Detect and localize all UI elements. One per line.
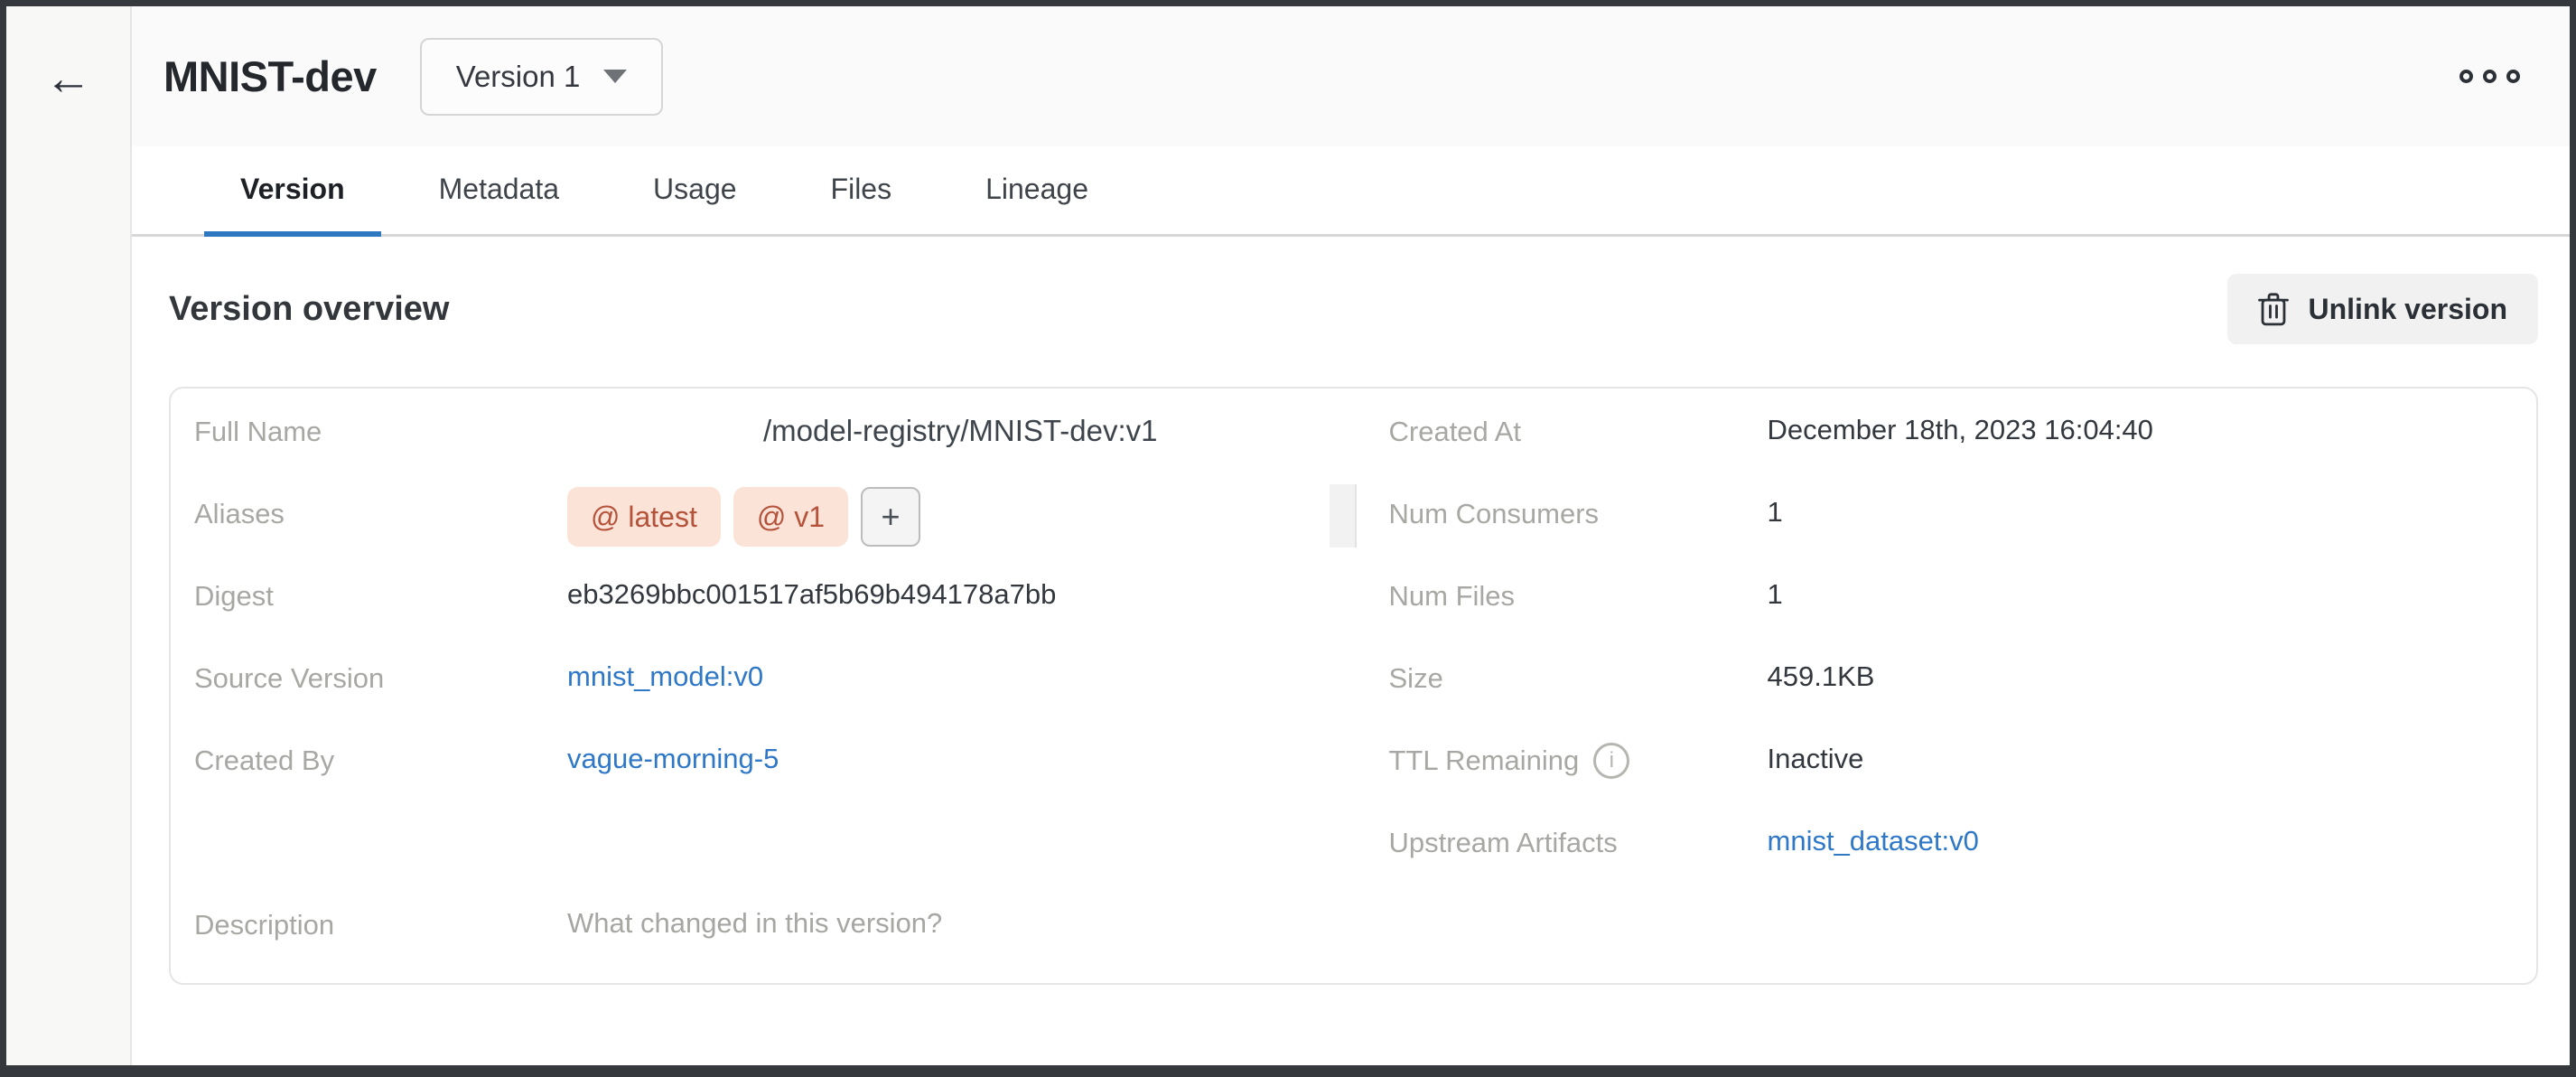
tab-files[interactable]: Files: [795, 146, 929, 237]
field-row-upstream-artifacts: Upstream Artifacts mnist_dataset:v0: [1354, 825, 2537, 907]
version-selector-label: Version 1: [456, 60, 581, 94]
page-title: MNIST-dev: [163, 52, 377, 101]
alias-chip-latest[interactable]: @ latest: [567, 487, 721, 547]
tab-lineage[interactable]: Lineage: [949, 146, 1125, 237]
dot-icon: [2483, 70, 2497, 83]
field-row-created-by: Created By vague-morning-5: [171, 743, 1354, 825]
field-label: Created By: [194, 743, 567, 777]
field-label: Full Name: [194, 414, 567, 448]
section-heading: Version overview: [169, 290, 450, 329]
app-window: ← MNIST-dev Version 1 Version Metadata U…: [0, 0, 2576, 1077]
empty-row: [171, 825, 1354, 907]
main-column: MNIST-dev Version 1 Version Metadata Usa…: [132, 6, 2570, 1065]
description-placeholder-field[interactable]: What changed in this version?: [567, 907, 1354, 940]
field-row-num-consumers: Num Consumers 1: [1354, 496, 2537, 578]
digest-value: eb3269bbc001517af5b69b494178a7bb: [567, 578, 1354, 611]
tab-metadata[interactable]: Metadata: [403, 146, 595, 237]
num-consumers-value: 1: [1768, 496, 2537, 529]
info-icon[interactable]: i: [1593, 743, 1629, 779]
field-label: Num Files: [1389, 578, 1768, 613]
unlink-version-button[interactable]: Unlink version: [2227, 274, 2539, 344]
tab-version[interactable]: Version: [204, 146, 381, 237]
field-row-ttl-remaining: TTL Remaining i Inactive: [1354, 743, 2537, 825]
dot-icon: [2459, 70, 2473, 83]
field-row-created-at: Created At December 18th, 2023 16:04:40: [1354, 414, 2537, 496]
dot-icon: [2506, 70, 2520, 83]
created-at-value: December 18th, 2023 16:04:40: [1768, 414, 2537, 446]
chevron-down-icon: [603, 70, 627, 83]
num-files-value: 1: [1768, 578, 2537, 611]
field-label: Upstream Artifacts: [1389, 825, 1768, 859]
field-label: Source Version: [194, 660, 567, 695]
scrollbar-thumb[interactable]: [1330, 484, 1357, 548]
add-alias-button[interactable]: +: [861, 487, 920, 547]
field-label: Aliases: [194, 496, 567, 530]
unlink-version-label: Unlink version: [2309, 293, 2508, 326]
content-area: Version overview Unlink version: [132, 237, 2570, 1065]
trash-icon: [2258, 292, 2289, 326]
left-sidebar: ←: [6, 6, 132, 1065]
field-label: Size: [1389, 660, 1768, 695]
field-label: Created At: [1389, 414, 1768, 448]
alias-chip-v1[interactable]: @ v1: [733, 487, 848, 547]
field-label: Digest: [194, 578, 567, 613]
overview-header-row: Version overview Unlink version: [169, 273, 2538, 345]
field-row-full-name: Full Name /model-registry/MNIST-dev:v1: [171, 414, 1354, 496]
back-arrow-icon[interactable]: ←: [45, 53, 92, 104]
empty-row: [1354, 907, 2537, 985]
full-name-value: /model-registry/MNIST-dev:v1: [567, 414, 1354, 448]
field-row-source-version: Source Version mnist_model:v0: [171, 660, 1354, 743]
field-row-size: Size 459.1KB: [1354, 660, 2537, 743]
field-row-aliases: Aliases @ latest @ v1 +: [171, 496, 1354, 578]
field-label: Num Consumers: [1389, 496, 1768, 530]
field-label: TTL Remaining i: [1389, 743, 1768, 779]
alias-chip-list: @ latest @ v1 +: [567, 487, 1354, 547]
tab-usage[interactable]: Usage: [617, 146, 773, 237]
field-row-num-files: Num Files 1: [1354, 578, 2537, 660]
upstream-artifacts-link[interactable]: mnist_dataset:v0: [1768, 825, 2537, 857]
field-row-description: Description What changed in this version…: [171, 907, 1354, 985]
ttl-remaining-label: TTL Remaining: [1389, 745, 1580, 777]
field-row-digest: Digest eb3269bbc001517af5b69b494178a7bb: [171, 578, 1354, 660]
version-selector-dropdown[interactable]: Version 1: [420, 38, 664, 116]
ttl-remaining-value: Inactive: [1768, 743, 2537, 775]
source-version-link[interactable]: mnist_model:v0: [567, 660, 1354, 693]
created-by-link[interactable]: vague-morning-5: [567, 743, 1354, 775]
overflow-menu-icon[interactable]: [2459, 70, 2520, 83]
field-label: Description: [194, 907, 567, 941]
size-value: 459.1KB: [1768, 660, 2537, 693]
page-header: MNIST-dev Version 1: [132, 6, 2570, 146]
version-overview-card: Full Name /model-registry/MNIST-dev:v1 C…: [169, 387, 2538, 985]
tab-bar: Version Metadata Usage Files Lineage: [132, 146, 2570, 237]
